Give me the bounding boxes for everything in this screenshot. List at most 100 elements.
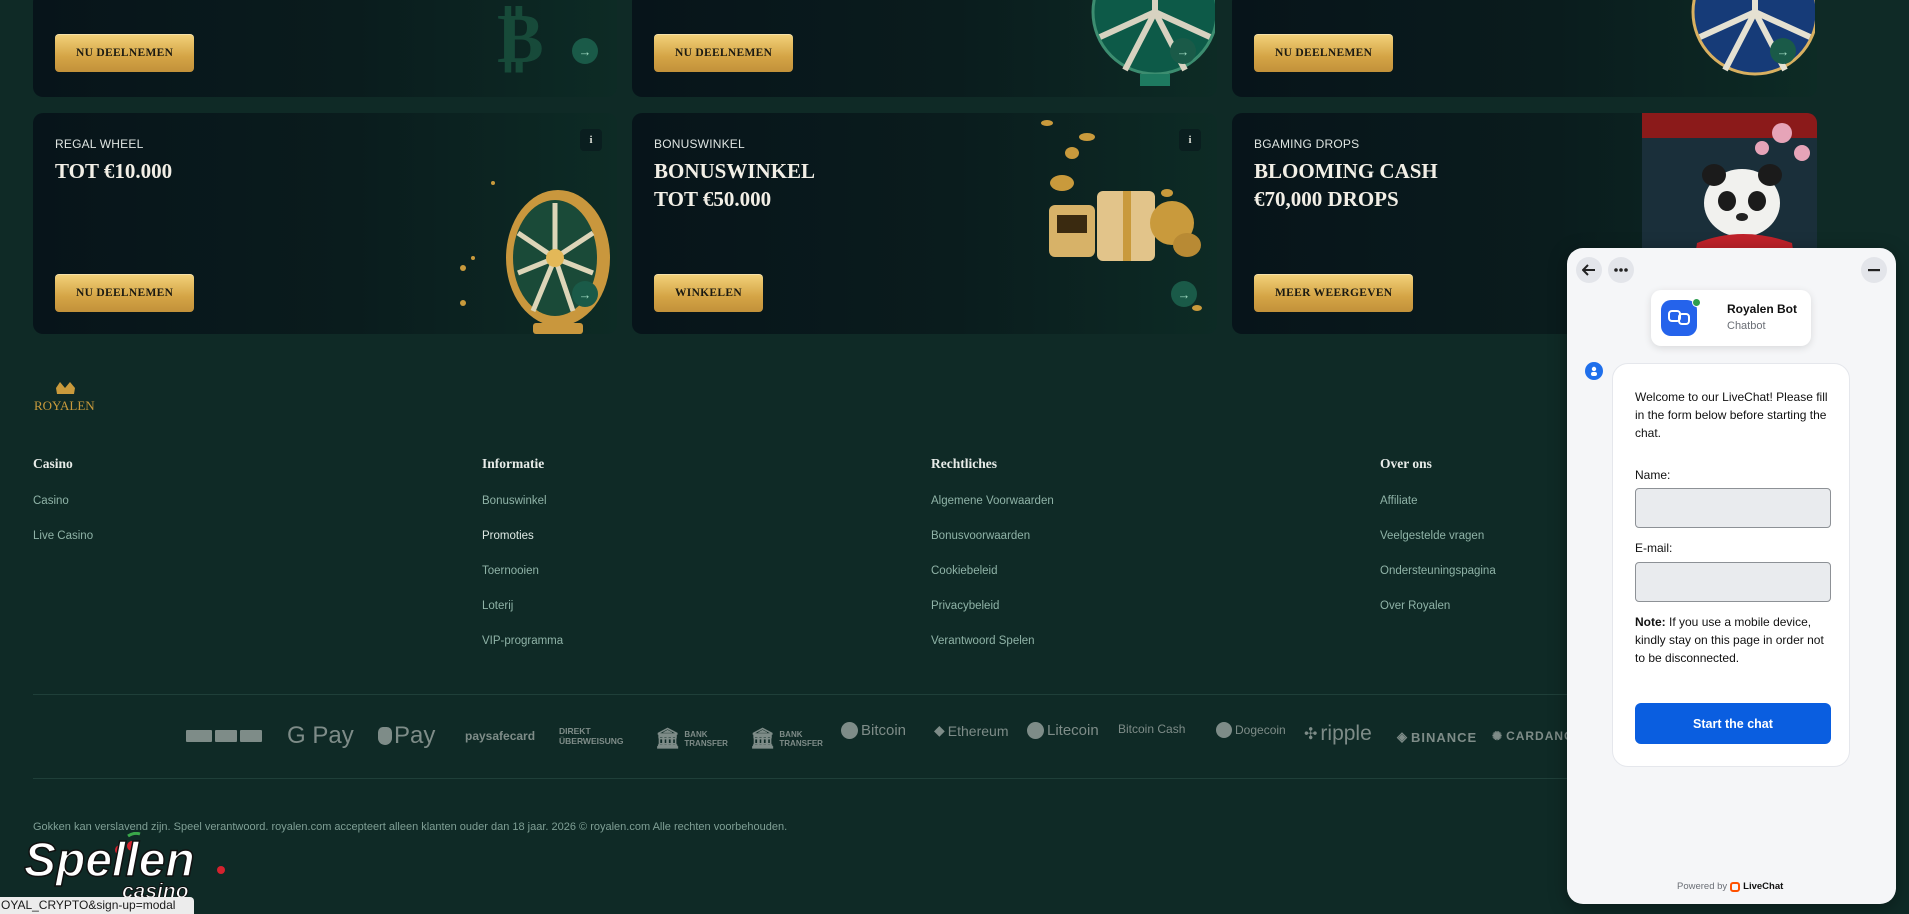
svg-text:₿: ₿ <box>497 1 544 78</box>
promo-card-top-3: NU DEELNEMEN → <box>1232 0 1817 97</box>
footer-divider <box>33 694 1585 695</box>
name-input[interactable] <box>1635 488 1831 528</box>
arrow-right-icon[interactable]: → <box>572 281 598 307</box>
dogecoin-icon <box>1216 722 1232 738</box>
google-pay-logo: G Pay <box>287 722 354 749</box>
start-chat-button[interactable]: Start the chat <box>1635 703 1831 744</box>
join-now-button[interactable]: NU DEELNEMEN <box>1254 34 1394 72</box>
footer-link-bonuswinkel[interactable]: Bonuswinkel <box>482 495 563 530</box>
bitcoin-icon <box>841 722 858 739</box>
join-now-button[interactable]: NU DEELNEMEN <box>55 34 195 72</box>
footer-heading: Casino <box>33 456 73 471</box>
arrow-right-icon[interactable]: → <box>1170 38 1196 64</box>
promo-title: BONUSWINKEL TOT €50.000 <box>654 159 816 211</box>
arrow-right-icon[interactable]: → <box>572 38 598 64</box>
direkt-uberweisung-logo: DIREKT ÜBERWEISUNG <box>559 726 624 746</box>
golden-wheel-image <box>460 181 610 334</box>
promo-title: BLOOMING CASH €70,000 DROPS <box>1254 159 1438 211</box>
back-arrow-icon[interactable] <box>1576 257 1602 283</box>
ethereum-icon: ◆ <box>934 722 945 738</box>
promo-card-top-1: ₿ NU DEELNEMEN → <box>33 0 617 97</box>
ripple-icon: ✣ <box>1304 726 1318 743</box>
promo-card-top-2: NU DEELNEMEN → <box>632 0 1217 97</box>
bitcoin-cash-logo: Bitcoin Cash <box>1118 722 1186 736</box>
apple-icon <box>378 727 392 745</box>
ethereum-logo: ◆ Ethereum <box>934 722 1009 739</box>
promo-tag: REGAL WHEEL <box>55 137 144 151</box>
promo-title: TOT €10.000 <box>55 159 173 183</box>
email-input[interactable] <box>1635 562 1831 602</box>
footer-link-bonus-terms[interactable]: Bonusvoorwaarden <box>931 530 1054 565</box>
paysafecard-logo: paysafecard <box>465 729 536 743</box>
footer-link-faq[interactable]: Veelgestelde vragen <box>1380 530 1496 565</box>
footer-link-loterij[interactable]: Loterij <box>482 600 563 635</box>
binance-logo: ◈ BINANCE <box>1397 729 1478 745</box>
footer-column-rechtliches: Rechtliches Algemene Voorwaarden Bonusvo… <box>931 456 1054 670</box>
livechat-widget: Royalen Bot Chatbot Welcome to our LiveC… <box>1567 248 1896 904</box>
footer-link-vip[interactable]: VIP-programma <box>482 635 563 670</box>
arrow-right-icon[interactable]: → <box>1770 38 1796 64</box>
name-label: Name: <box>1635 468 1671 482</box>
footer-column-informatie: Informatie Bonuswinkel Promoties Toernoo… <box>482 456 563 670</box>
join-now-button[interactable]: NU DEELNEMEN <box>654 34 794 72</box>
agent-small-avatar-icon <box>1585 362 1603 380</box>
footer-link-affiliate[interactable]: Affiliate <box>1380 495 1496 530</box>
livechat-logo-icon <box>1730 881 1741 892</box>
binance-icon: ◈ <box>1397 729 1408 744</box>
bank-icon: 🏛 <box>750 728 776 750</box>
join-now-button[interactable]: NU DEELNEMEN <box>55 274 195 312</box>
footer-heading: Over ons <box>1380 456 1432 471</box>
footer-link-casino[interactable]: Casino <box>33 495 93 530</box>
cardano-icon: ✺ <box>1492 729 1504 743</box>
litecoin-logo: Litecoin <box>1027 722 1099 739</box>
arrow-right-icon[interactable]: → <box>1171 281 1197 307</box>
royalen-logo[interactable]: ROYALEN <box>34 380 98 421</box>
email-label: E-mail: <box>1635 541 1673 555</box>
show-more-button[interactable]: MEER WEERGEVEN <box>1254 274 1414 312</box>
promo-tag: BGAMING DROPS <box>1254 137 1360 151</box>
promo-card-bonuswinkel[interactable]: BONUSWINKEL BONUSWINKEL TOT €50.000 i WI… <box>632 113 1217 334</box>
online-indicator <box>1692 298 1701 307</box>
info-icon[interactable]: i <box>580 129 602 151</box>
welcome-message: Welcome to our LiveChat! Please fill in … <box>1635 390 1828 440</box>
bot-role: Chatbot <box>1727 320 1766 332</box>
bank-icon: 🏛 <box>655 728 681 750</box>
status-bar-url: OYAL_CRYPTO&sign-up=modal <box>0 897 194 914</box>
footer-link-responsible-gaming[interactable]: Verantwoord Spelen <box>931 635 1054 670</box>
promo-card-regal-wheel[interactable]: REGAL WHEEL TOT €10.000 i NU DEELNEMEN → <box>33 113 617 334</box>
apple-pay-logo: Pay <box>378 722 435 750</box>
footer-column-over-ons: Over ons Affiliate Veelgestelde vragen O… <box>1380 456 1496 635</box>
bank-transfer-logo: 🏛 BANK TRANSFER <box>655 728 728 750</box>
bank-transfer-logo: 🏛 BANK TRANSFER <box>750 728 823 750</box>
footer-link-about[interactable]: Over Royalen <box>1380 600 1496 635</box>
bitcoin-logo: Bitcoin <box>841 722 906 739</box>
footer-link-cookies[interactable]: Cookiebeleid <box>931 565 1054 600</box>
bot-avatar-icon <box>1661 300 1697 336</box>
spellen-casino-watermark: Spellen casino <box>23 831 234 907</box>
footer-link-terms[interactable]: Algemene Voorwaarden <box>931 495 1054 530</box>
footer-link-support[interactable]: Ondersteuningspagina <box>1380 565 1496 600</box>
footer-heading: Informatie <box>482 456 545 471</box>
footer-column-casino: Casino Casino Live Casino <box>33 456 93 565</box>
dogecoin-logo: Dogecoin <box>1216 722 1286 738</box>
powered-by-livechat[interactable]: Powered by LiveChat <box>1677 881 1783 892</box>
logo-text: ROYALEN <box>34 398 95 413</box>
visa-mastercard-icon <box>186 730 262 742</box>
footer-link-promoties[interactable]: Promoties <box>482 530 563 565</box>
shop-button[interactable]: WINKELEN <box>654 274 763 312</box>
bot-info-card: Royalen Bot Chatbot <box>1651 290 1811 346</box>
footer-link-toernooien[interactable]: Toernooien <box>482 565 563 600</box>
more-options-icon[interactable] <box>1608 257 1634 283</box>
footer-link-privacy[interactable]: Privacybeleid <box>931 600 1054 635</box>
promo-tag: BONUSWINKEL <box>654 137 745 151</box>
footer-link-live-casino[interactable]: Live Casino <box>33 530 93 565</box>
footer-heading: Rechtliches <box>931 456 997 471</box>
mobile-note: Note: If you use a mobile device, kindly… <box>1635 615 1824 665</box>
prechat-form: Welcome to our LiveChat! Please fill in … <box>1612 363 1850 767</box>
minimize-icon[interactable] <box>1861 257 1887 283</box>
bot-name: Royalen Bot <box>1727 302 1798 316</box>
cardano-logo: ✺ CARDANO <box>1492 729 1567 743</box>
ripple-logo: ✣ ripple <box>1304 722 1372 745</box>
info-icon[interactable]: i <box>1179 129 1201 151</box>
footer-divider <box>33 778 1585 779</box>
